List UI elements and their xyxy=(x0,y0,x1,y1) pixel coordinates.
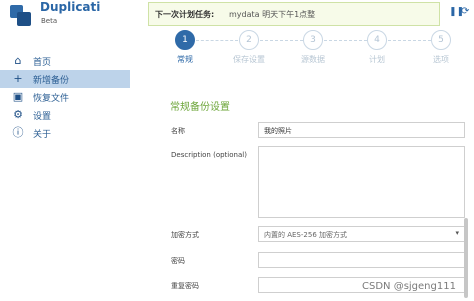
sidebar-item-restore[interactable]: ▣ 恢复文件 xyxy=(0,88,130,106)
sidebar-item-add-backup[interactable]: + 新增备份 xyxy=(0,70,130,88)
step-label: 保存设置 xyxy=(233,55,265,64)
sidebar-item-settings[interactable]: ⚙ 设置 xyxy=(0,106,130,124)
next-schedule-banner: 下一次计划任务: mydata 明天下午1点整 xyxy=(148,2,440,26)
encryption-select[interactable]: 内置的 AES-256 加密方式 ▾ xyxy=(258,226,465,242)
schedule-label: 下一次计划任务: xyxy=(155,10,215,19)
repeat-password-label: 重复密码 xyxy=(171,282,199,290)
step-connector xyxy=(324,40,367,41)
restore-icon: ▣ xyxy=(12,90,24,103)
description-label: Description (optional) xyxy=(171,151,247,159)
password-label: 密码 xyxy=(171,257,185,265)
step-label: 常规 xyxy=(177,55,193,64)
step-connector xyxy=(388,40,431,41)
refresh-icon[interactable]: ⟳ xyxy=(461,6,469,17)
info-icon: ⓘ xyxy=(12,126,24,139)
encryption-label: 加密方式 xyxy=(171,231,199,239)
sidebar-item-label: 恢复文件 xyxy=(33,94,70,104)
sidebar-item-label: 新增备份 xyxy=(33,76,70,86)
name-label: 名称 xyxy=(171,127,185,135)
plus-icon: + xyxy=(13,72,23,85)
sidebar-item-label: 设置 xyxy=(33,112,52,122)
name-input[interactable]: 我的照片 xyxy=(258,122,465,138)
step-label: 源数据 xyxy=(301,55,325,64)
duplicati-window: Duplicati Beta 下一次计划任务: mydata 明天下午1点整 ❚… xyxy=(0,0,474,301)
app-title: Duplicati xyxy=(40,0,101,14)
step-number: 5 xyxy=(431,30,451,50)
step-connector xyxy=(196,40,238,41)
step-label: 选项 xyxy=(433,55,449,64)
step-label: 计划 xyxy=(369,55,385,64)
encryption-selected-value: 内置的 AES-256 加密方式 xyxy=(264,231,347,239)
chevron-down-icon: ▾ xyxy=(455,229,459,237)
scrollbar[interactable] xyxy=(464,218,468,298)
sidebar-item-label: 关于 xyxy=(33,130,52,140)
section-title: 常规备份设置 xyxy=(170,102,230,113)
duplicati-logo xyxy=(8,4,32,28)
step-connector xyxy=(260,40,303,41)
sidebar-item-label: 首页 xyxy=(33,58,52,68)
password-input[interactable] xyxy=(258,252,465,268)
home-icon: ⌂ xyxy=(14,54,22,67)
step-number: 2 xyxy=(239,30,259,50)
gear-icon: ⚙ xyxy=(13,108,23,121)
description-textarea[interactable] xyxy=(258,146,465,218)
schedule-value: mydata 明天下午1点整 xyxy=(229,10,316,19)
step-number: 3 xyxy=(303,30,323,50)
sidebar-item-home[interactable]: ⌂ 首页 xyxy=(0,52,130,70)
sidebar-item-about[interactable]: ⓘ 关于 xyxy=(0,124,130,142)
step-number: 4 xyxy=(367,30,387,50)
step-number: 1 xyxy=(175,30,195,50)
app-beta-label: Beta xyxy=(41,17,58,25)
watermark: CSDN @sjgeng111 xyxy=(362,281,456,292)
